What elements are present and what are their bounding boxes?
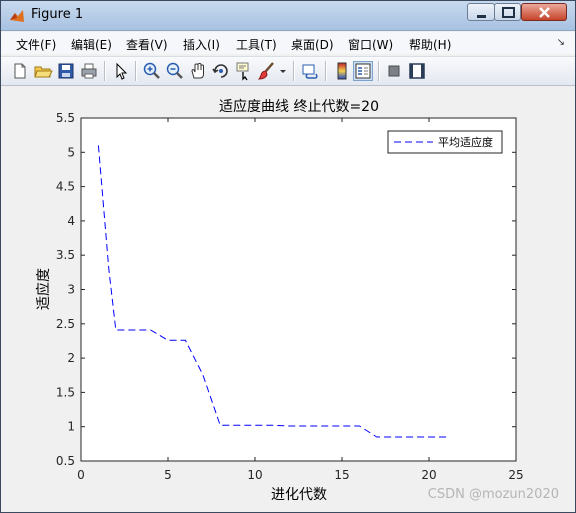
x-tick-label: 10 [247, 468, 262, 482]
y-tick-label: 5.5 [56, 111, 75, 125]
menu-dock-icon[interactable]: ↘ [557, 37, 565, 48]
close-icon [539, 7, 550, 18]
close-button[interactable] [521, 3, 567, 21]
menu-desktop[interactable]: 桌面(D) [291, 36, 334, 53]
maximize-button[interactable] [494, 3, 521, 21]
brush-icon[interactable] [257, 61, 277, 81]
x-tick-label: 20 [421, 468, 436, 482]
toolbar-separator [135, 61, 137, 81]
title-bar[interactable]: Figure 1 [1, 1, 575, 31]
figure-toolbar [1, 56, 575, 86]
menu-bar: 文件(F) 编辑(E) 查看(V) 插入(I) 工具(T) 桌面(D) 窗口(W… [1, 32, 575, 54]
x-tick-label: 5 [164, 468, 172, 482]
y-tick-label: 2 [67, 351, 75, 365]
toolbar-separator [104, 61, 106, 81]
legend[interactable]: 平均适应度 [387, 130, 503, 154]
menu-help[interactable]: 帮助(H) [409, 36, 451, 53]
y-tick-label: 1.5 [56, 385, 75, 399]
pan-icon[interactable] [188, 61, 208, 81]
toolbar-separator [293, 61, 295, 81]
watermark: CSDN @mozun2020 [427, 487, 559, 502]
menu-tools[interactable]: 工具(T) [236, 36, 277, 53]
x-axis-label: 进化代数 [271, 487, 327, 503]
menu-edit[interactable]: 编辑(E) [71, 36, 112, 53]
minimize-button[interactable] [467, 3, 495, 21]
plot-canvas[interactable]: 0.5 1 1.5 2 2.5 3 3.5 4 4.5 5 5.5 0 5 10 15 20 25 适应度曲线… [1, 86, 575, 512]
menu-file[interactable]: 文件(F) [16, 36, 56, 53]
y-tick-label: 3 [67, 283, 75, 297]
y-tick-label: 0.5 [56, 454, 75, 468]
data-cursor-icon[interactable] [234, 61, 254, 81]
menu-view[interactable]: 查看(V) [126, 36, 168, 53]
zoom-out-icon[interactable] [165, 61, 185, 81]
menu-insert[interactable]: 插入(I) [183, 36, 220, 53]
chart-title: 适应度曲线 终止代数=20 [219, 98, 379, 115]
y-tick-label: 4.5 [56, 180, 75, 194]
show-plot-tools-icon[interactable] [407, 61, 427, 81]
minimize-icon [477, 15, 486, 18]
x-tick-label: 15 [334, 468, 349, 482]
y-tick-label: 3.5 [56, 248, 75, 262]
matlab-icon [10, 10, 24, 22]
y-tick-label: 5 [67, 145, 75, 159]
menu-window[interactable]: 窗口(W) [348, 36, 393, 53]
open-file-icon[interactable] [33, 61, 53, 81]
colorbar-icon[interactable] [332, 61, 352, 81]
toolbar-separator [378, 61, 380, 81]
window-title: Figure 1 [31, 7, 84, 22]
x-tick-label: 25 [508, 468, 523, 482]
pointer-icon[interactable] [111, 61, 131, 81]
figure-canvas-area: 0.5 1 1.5 2 2.5 3 3.5 4 4.5 5 5.5 0 5 10 15 20 25 适应度曲线… [1, 86, 575, 512]
y-tick-label: 4 [67, 214, 75, 228]
print-icon[interactable] [79, 61, 99, 81]
rotate-icon[interactable] [211, 61, 231, 81]
brush-dropdown-icon[interactable] [278, 61, 288, 81]
figure-window: Figure 1 文件(F) 编辑(E) 查看(V) 插入(I) 工具(T) 桌… [0, 0, 576, 513]
y-tick-label: 2.5 [56, 317, 75, 331]
maximize-icon [502, 7, 515, 18]
axes-box [80, 117, 517, 462]
zoom-in-icon[interactable] [142, 61, 162, 81]
x-tick-label: 0 [77, 468, 85, 482]
legend-icon [355, 63, 371, 79]
link-icon[interactable] [300, 61, 320, 81]
legend-entry: 平均适应度 [438, 135, 493, 149]
hide-plot-tools-icon[interactable] [384, 61, 404, 81]
y-tick-label: 1 [67, 420, 75, 434]
save-icon[interactable] [56, 61, 76, 81]
y-axis-label: 适应度 [35, 268, 52, 310]
toolbar-separator [325, 61, 327, 81]
legend-button[interactable] [353, 61, 373, 81]
new-figure-icon[interactable] [10, 61, 30, 81]
